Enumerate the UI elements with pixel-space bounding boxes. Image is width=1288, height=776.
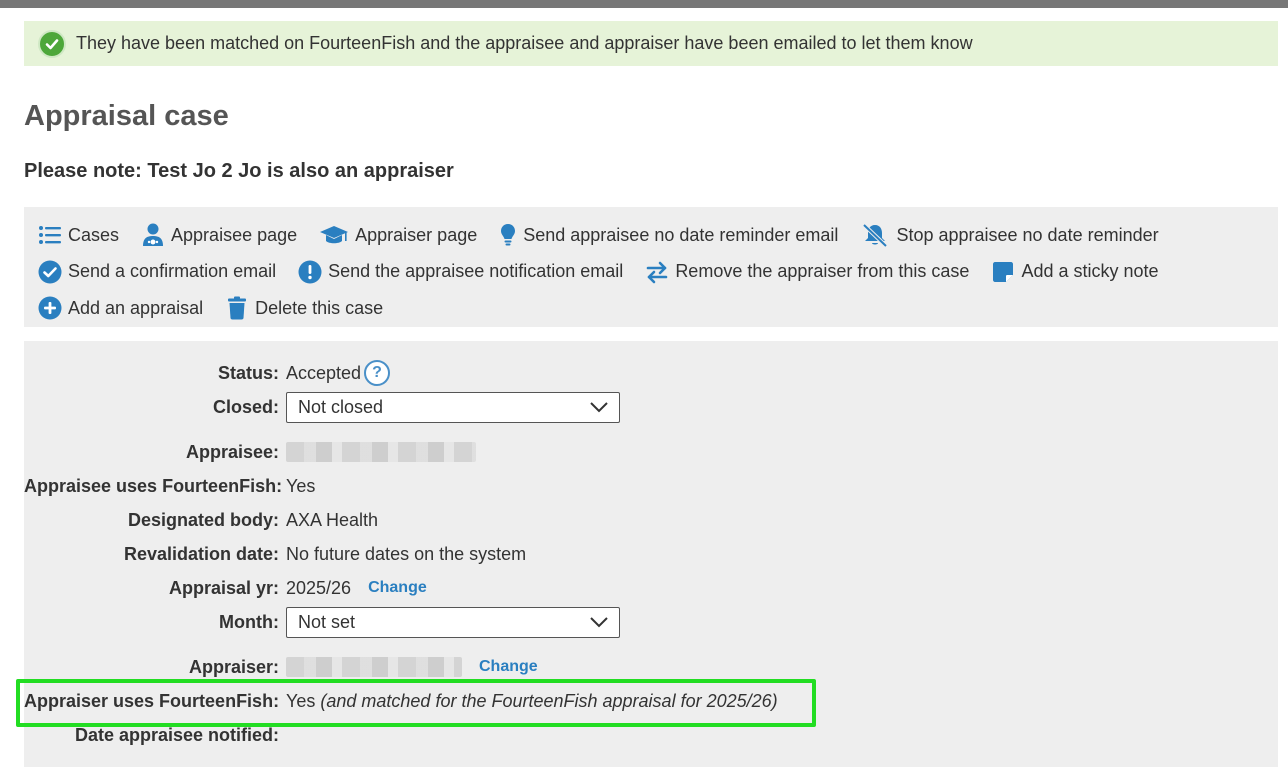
bell-slash-icon — [860, 223, 890, 248]
plus-circle-icon — [38, 296, 62, 320]
action-label: Add an appraisal — [68, 297, 204, 318]
designated-body-label: Designated body: — [127, 509, 279, 530]
top-bar — [0, 0, 1288, 8]
action-label: Cases — [68, 224, 120, 245]
redacted-appraiser-name — [286, 657, 462, 677]
send-no-date-reminder-link[interactable]: Send appraisee no date reminder email — [499, 223, 838, 247]
action-label: Delete this case — [255, 297, 384, 318]
appraisee-row: Appraisee: — [24, 437, 1278, 467]
user-doctor-icon — [141, 223, 165, 247]
change-appraiser-link[interactable]: Change — [479, 658, 538, 676]
action-row-3: Add an appraisal Delete this case — [38, 290, 1264, 327]
appraisee-uses-value: Yes — [286, 475, 316, 496]
revalidation-label: Revalidation date: — [123, 543, 279, 564]
graduation-cap-icon — [319, 223, 349, 247]
month-label: Month: — [219, 611, 279, 632]
action-label: Send appraisee no date reminder email — [523, 224, 839, 245]
redacted-appraisee-name — [286, 442, 476, 462]
help-icon[interactable]: ? — [364, 360, 391, 386]
action-label: Send a confirmation email — [68, 261, 277, 282]
chevron-down-icon — [589, 612, 609, 633]
month-select[interactable]: Not set — [286, 606, 620, 638]
revalidation-row: Revalidation date: No future dates on th… — [24, 539, 1278, 569]
action-row-2: Send a confirmation email Send the appra… — [38, 254, 1264, 291]
success-check-icon — [38, 29, 66, 58]
appraisal-yr-label: Appraisal yr: — [168, 577, 279, 598]
status-label: Status: — [217, 362, 279, 383]
closed-selected-value: Not closed — [298, 396, 384, 417]
appraiser-page-link[interactable]: Appraiser page — [319, 223, 477, 247]
action-label: Remove the appraiser from this case — [675, 261, 970, 282]
remove-appraiser-link[interactable]: Remove the appraiser from this case — [645, 260, 969, 284]
send-confirmation-email-link[interactable]: Send a confirmation email — [38, 260, 276, 284]
designated-body-value: AXA Health — [286, 509, 379, 530]
page-title: Appraisal case — [24, 100, 229, 132]
sticky-note-icon — [991, 260, 1015, 284]
action-bar: Cases Appraisee page Appraiser page Send… — [24, 207, 1278, 327]
appraisee-label: Appraisee: — [185, 441, 279, 462]
status-value: Accepted — [286, 362, 362, 383]
flash-message: They have been matched on FourteenFish a… — [76, 33, 973, 53]
action-label: Send the appraisee notification email — [328, 261, 624, 282]
check-circle-icon — [38, 260, 62, 284]
month-selected-value: Not set — [298, 611, 356, 632]
revalidation-value: No future dates on the system — [286, 543, 527, 564]
action-label: Appraisee page — [171, 224, 298, 245]
delete-case-link[interactable]: Delete this case — [225, 296, 383, 320]
highlight-box — [16, 679, 816, 727]
appraisee-uses-row: Appraisee uses FourteenFish: Yes — [24, 471, 1278, 501]
appraisee-uses-label: Appraisee uses FourteenFish: — [24, 475, 283, 496]
trash-icon — [225, 296, 249, 320]
appraiser-note: Please note: Test Jo 2 Jo is also an app… — [24, 160, 454, 182]
action-row-1: Cases Appraisee page Appraiser page Send… — [38, 217, 1264, 254]
change-appraisal-yr-link[interactable]: Change — [368, 579, 427, 597]
closed-row: Closed: Not closed — [24, 391, 1278, 423]
appraisal-yr-row: Appraisal yr: 2025/26 Change — [24, 573, 1278, 603]
date-notified-label: Date appraisee notified: — [74, 724, 279, 745]
chevron-down-icon — [589, 397, 609, 418]
closed-label: Closed: — [212, 396, 279, 417]
action-label: Stop appraisee no date reminder — [896, 224, 1159, 245]
appraisal-yr-value: 2025/26 — [286, 577, 352, 598]
swap-arrows-icon — [645, 260, 669, 284]
success-flash: They have been matched on FourteenFish a… — [24, 21, 1278, 66]
closed-select[interactable]: Not closed — [286, 391, 620, 423]
add-sticky-note-link[interactable]: Add a sticky note — [991, 260, 1159, 284]
status-row: Status: Accepted ? — [24, 358, 1278, 388]
list-icon — [38, 223, 62, 247]
appraiser-row: Appraiser: Change — [24, 652, 1278, 682]
appraiser-label: Appraiser: — [188, 656, 279, 677]
lightbulb-icon — [499, 223, 517, 247]
stop-no-date-reminder-link[interactable]: Stop appraisee no date reminder — [860, 223, 1159, 248]
cases-link[interactable]: Cases — [38, 223, 119, 247]
designated-body-row: Designated body: AXA Health — [24, 505, 1278, 535]
send-notification-email-link[interactable]: Send the appraisee notification email — [298, 260, 623, 284]
exclamation-circle-icon — [298, 260, 322, 284]
action-label: Appraiser page — [355, 224, 478, 245]
add-appraisal-link[interactable]: Add an appraisal — [38, 296, 203, 320]
appraisee-page-link[interactable]: Appraisee page — [141, 223, 297, 247]
action-label: Add a sticky note — [1021, 261, 1159, 282]
month-row: Month: Not set — [24, 606, 1278, 638]
